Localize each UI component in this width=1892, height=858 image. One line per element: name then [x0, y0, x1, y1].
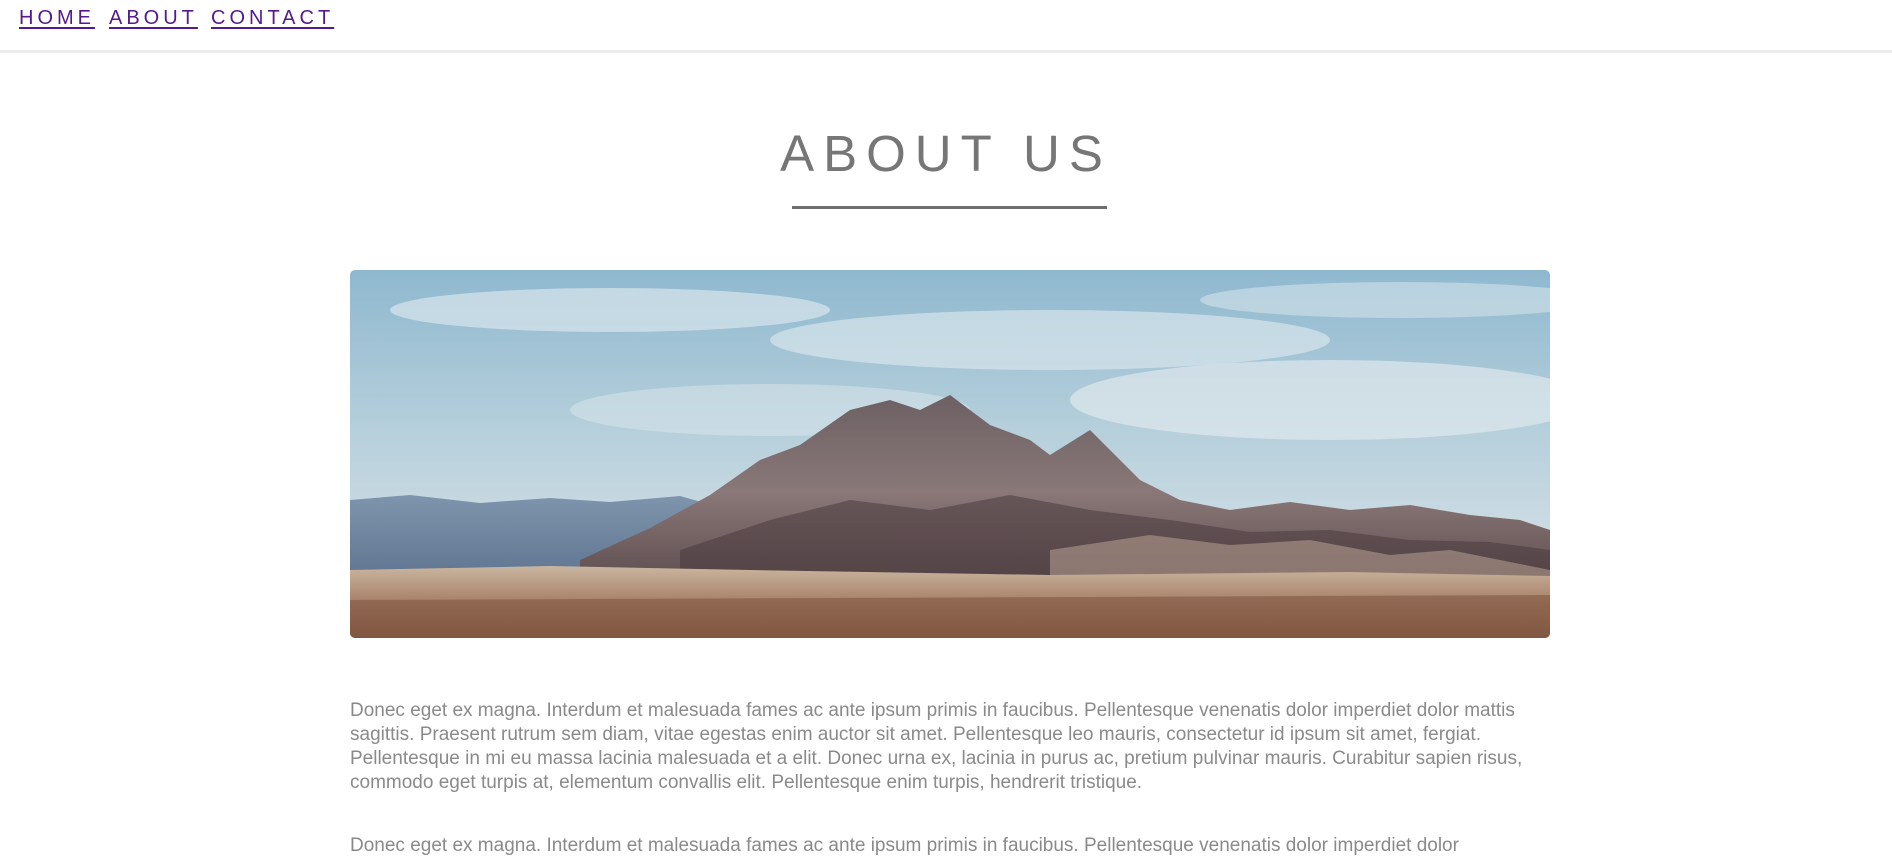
- title-underline-divider: [792, 206, 1107, 209]
- nav-link-contact[interactable]: CONTACT: [211, 7, 334, 30]
- hero-image: [350, 270, 1550, 638]
- top-navigation: HOME ABOUT CONTACT: [0, 0, 1892, 53]
- about-paragraph: Donec eget ex magna. Interdum et malesua…: [350, 700, 1523, 793]
- mountain-landscape-image: [350, 270, 1550, 638]
- nav-link-about[interactable]: ABOUT: [109, 7, 198, 30]
- nav-link-home[interactable]: HOME: [19, 7, 95, 30]
- about-paragraph: Donec eget ex magna. Interdum et malesua…: [350, 835, 1459, 856]
- page-title: ABOUT US: [780, 125, 1112, 182]
